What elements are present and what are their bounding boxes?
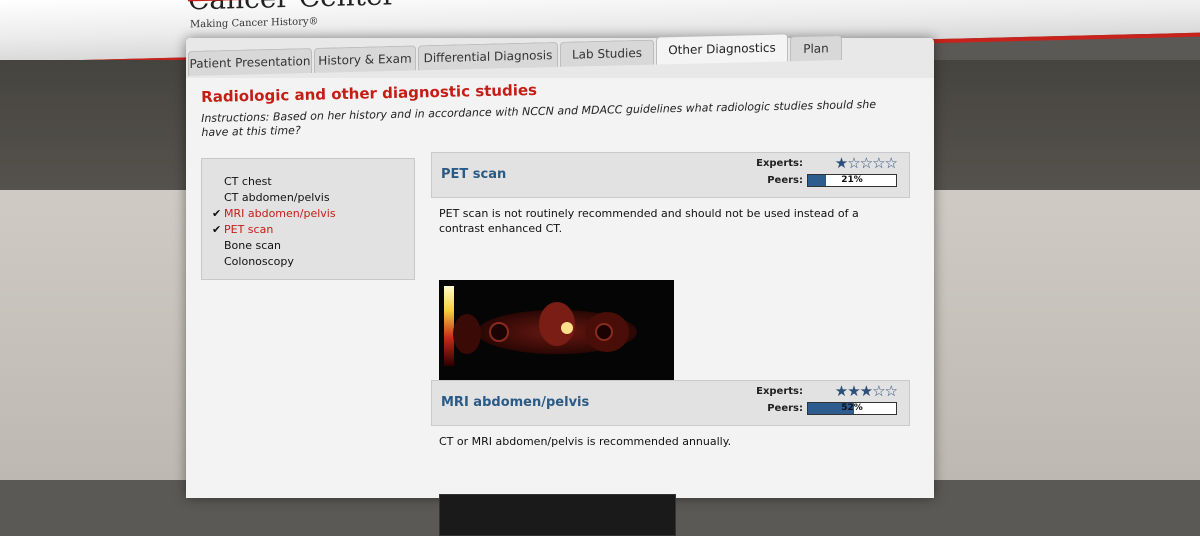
- star-empty-icon: ☆: [859, 154, 873, 172]
- experts-star-rating: ★★★☆☆: [834, 382, 898, 400]
- pet-scan-graphic: [444, 286, 637, 366]
- tab-history-exam[interactable]: History & Exam: [314, 45, 416, 73]
- peers-progress-bar: 52%: [807, 402, 897, 415]
- option-ct-chest[interactable]: CT chest: [212, 175, 272, 188]
- option-label: Colonoscopy: [224, 255, 294, 268]
- tab-plan[interactable]: Plan: [790, 35, 842, 62]
- mri-image: [439, 494, 676, 536]
- card-title: PET scan: [441, 167, 507, 182]
- logo[interactable]: Cancer Center: [188, 0, 396, 16]
- experts-label: Experts:: [756, 386, 803, 397]
- tab-lab-studies[interactable]: Lab Studies: [560, 39, 654, 67]
- experts-star-rating: ★☆☆☆☆: [834, 154, 898, 172]
- option-colonoscopy[interactable]: Colonoscopy: [212, 255, 294, 268]
- peers-label: Peers:: [767, 403, 803, 414]
- card-description: CT or MRI abdomen/pelvis is recommended …: [439, 435, 732, 448]
- option-ct-abdomen-pelvis[interactable]: CT abdomen/pelvis: [212, 191, 330, 204]
- card-description: PET scan is not routinely recommended an…: [439, 207, 859, 235]
- experts-label: Experts:: [756, 158, 803, 169]
- option-label: PET scan: [224, 223, 274, 236]
- tab-differential-diagnosis[interactable]: Differential Diagnosis: [418, 41, 558, 71]
- pet-scan-image: [439, 280, 674, 392]
- star-empty-icon: ☆: [884, 382, 898, 400]
- tab-other-diagnostics[interactable]: Other Diagnostics: [656, 33, 788, 65]
- star-empty-icon: ☆: [872, 382, 885, 400]
- tagline: Making Cancer History®: [190, 16, 319, 31]
- peers-progress-bar: 21%: [807, 174, 897, 187]
- check-icon: ✔: [212, 207, 222, 220]
- case-panel: Patient Presentation History & Exam Diff…: [186, 33, 934, 536]
- section-title: Radiologic and other diagnostic studies: [201, 80, 538, 106]
- option-label: CT chest: [224, 175, 272, 188]
- tab-content: Radiologic and other diagnostic studies …: [186, 78, 934, 536]
- star-empty-icon: ☆: [847, 154, 860, 172]
- study-options-list: CT chest CT abdomen/pelvis ✔ MRI abdomen/…: [201, 158, 415, 280]
- peers-label: Peers:: [767, 175, 803, 186]
- option-label: Bone scan: [224, 239, 282, 252]
- check-icon: ✔: [212, 223, 222, 236]
- star-filled-icon: ★: [847, 382, 860, 400]
- option-label: MRI abdomen/pelvis: [224, 207, 336, 220]
- star-filled-icon: ★: [834, 382, 848, 400]
- card-title: MRI abdomen/pelvis: [441, 395, 590, 410]
- option-mri-abdomen-pelvis[interactable]: ✔ MRI abdomen/pelvis: [212, 207, 336, 220]
- tab-patient-presentation[interactable]: Patient Presentation: [188, 47, 312, 76]
- option-pet-scan[interactable]: ✔ PET scan: [212, 223, 273, 236]
- option-label: CT abdomen/pelvis: [224, 191, 330, 204]
- star-empty-icon: ☆: [872, 154, 885, 172]
- result-card-header: PET scan Experts: ★☆☆☆☆ Peers: 21%: [431, 152, 910, 198]
- result-card-header: MRI abdomen/pelvis Experts: ★★★☆☆ Peers:…: [431, 380, 910, 426]
- star-filled-icon: ★: [859, 382, 873, 400]
- option-bone-scan[interactable]: Bone scan: [212, 239, 281, 252]
- peers-percent: 21%: [841, 175, 863, 185]
- star-empty-icon: ☆: [884, 154, 898, 172]
- star-filled-icon: ★: [834, 154, 848, 172]
- peers-percent: 52%: [841, 403, 863, 413]
